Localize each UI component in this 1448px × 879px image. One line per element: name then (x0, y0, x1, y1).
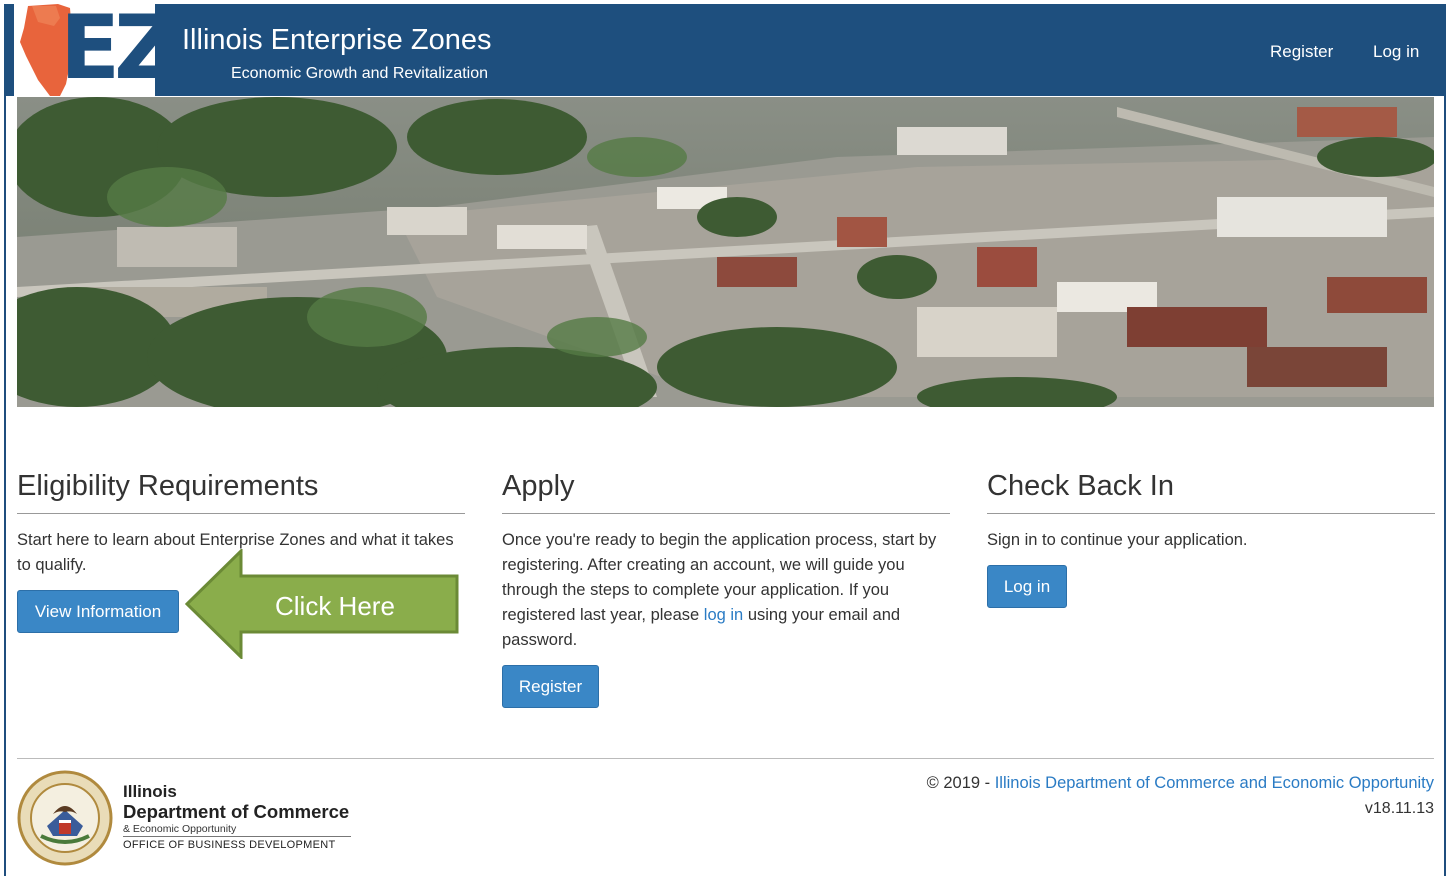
nav-login-link[interactable]: Log in (1373, 42, 1419, 62)
aerial-town-image (17, 97, 1434, 407)
dept-line-illinois: Illinois (123, 782, 177, 801)
apply-login-link[interactable]: log in (704, 606, 743, 624)
nav-register-link[interactable]: Register (1270, 42, 1333, 62)
apply-section: Apply Once you're ready to begin the app… (502, 467, 950, 653)
register-button[interactable]: Register (502, 665, 599, 708)
dceo-link[interactable]: Illinois Department of Commerce and Econ… (995, 774, 1434, 792)
site-title[interactable]: Illinois Enterprise Zones (182, 24, 491, 57)
dept-line-opportunity: & Economic Opportunity (123, 823, 351, 837)
apply-text: Once you're ready to begin the applicati… (502, 528, 950, 653)
logo-text: EZ (60, 4, 155, 96)
copyright-text: © 2019 - Illinois Department of Commerce… (927, 774, 1434, 793)
dept-logo-text: Illinois Department of Commerce & Econom… (123, 782, 351, 851)
click-here-label: Click Here (275, 591, 395, 621)
check-back-section: Check Back In Sign in to continue your a… (987, 467, 1435, 553)
check-back-text: Sign in to continue your application. (987, 531, 1248, 549)
copyright-prefix: © 2019 - (926, 774, 995, 792)
hero-image (17, 97, 1434, 407)
apply-heading: Apply (502, 467, 950, 514)
eligibility-heading: Eligibility Requirements (17, 467, 465, 514)
ez-logo[interactable]: EZ (14, 4, 155, 96)
view-information-button[interactable]: View Information (17, 590, 179, 633)
check-back-heading: Check Back In (987, 467, 1435, 514)
site-subtitle: Economic Growth and Revitalization (231, 65, 489, 82)
top-navbar: EZ Illinois Enterprise Zones Economic Gr… (4, 4, 1446, 96)
dept-line-office: OFFICE OF BUSINESS DEVELOPMENT (123, 839, 336, 851)
footer-divider (17, 758, 1434, 759)
state-seal-icon (17, 770, 113, 871)
version-label: v18.11.13 (1364, 800, 1434, 817)
dept-line-commerce: Department of Commerce (123, 801, 350, 822)
login-button[interactable]: Log in (987, 565, 1067, 608)
